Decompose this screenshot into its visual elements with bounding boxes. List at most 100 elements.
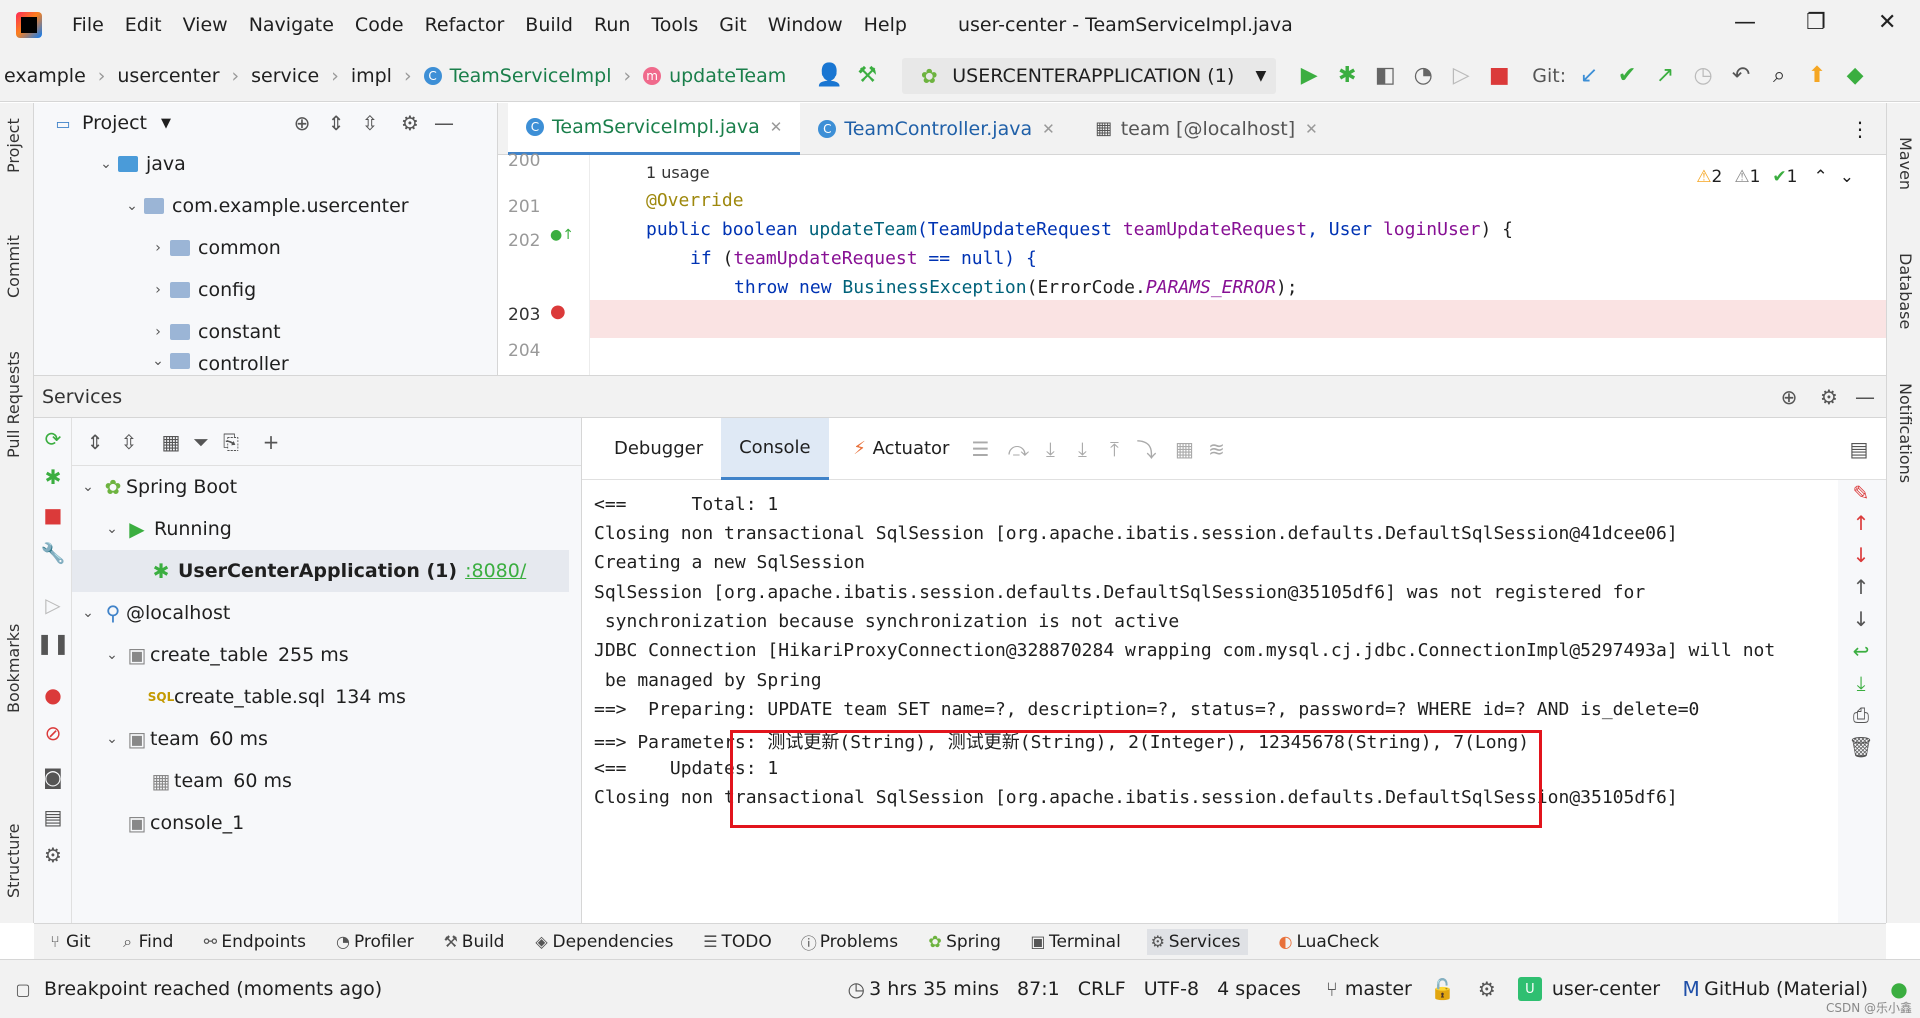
- run-to-cursor-icon[interactable]: ⤵: [1133, 436, 1159, 462]
- force-step-into-icon[interactable]: ⤓: [1069, 436, 1095, 462]
- tab-team-table[interactable]: ▦ team [@localhost] ✕: [1073, 103, 1336, 155]
- bottom-tab-services[interactable]: ⚙ Services: [1146, 928, 1249, 955]
- chevron-up-icon[interactable]: ⌃: [1814, 167, 1828, 187]
- menu-refactor[interactable]: Refactor: [425, 14, 505, 36]
- breadcrumb-service[interactable]: service: [251, 65, 319, 87]
- tree-item-create-table-sql[interactable]: SQL create_table.sql 134 ms: [72, 676, 581, 718]
- debug-icon[interactable]: ✱: [1332, 61, 1362, 91]
- tree-item-running[interactable]: ⌄ ▶ Running: [72, 508, 581, 550]
- menu-code[interactable]: Code: [355, 14, 404, 36]
- menu-tools[interactable]: Tools: [651, 14, 698, 36]
- profile-icon[interactable]: ◔: [1408, 61, 1438, 91]
- more-options-icon[interactable]: ⋮: [1850, 117, 1870, 141]
- restore-icon[interactable]: ❐: [1806, 10, 1826, 35]
- expand-all-icon[interactable]: ⇕: [323, 110, 349, 136]
- hide-icon[interactable]: —: [431, 110, 457, 136]
- gear-icon[interactable]: ⚙: [397, 110, 423, 136]
- add-icon[interactable]: +: [258, 429, 284, 455]
- layout-settings-icon[interactable]: ▤: [1846, 436, 1872, 462]
- rerun-icon[interactable]: ⟳: [40, 426, 66, 452]
- history-icon[interactable]: ◷: [1688, 61, 1718, 91]
- tab-console[interactable]: Console: [721, 417, 829, 480]
- step-over-icon[interactable]: ⤼: [1005, 436, 1031, 462]
- run-configuration-select[interactable]: ✿ USERCENTERAPPLICATION (1) ▼: [902, 57, 1277, 94]
- evaluate-icon[interactable]: ▦: [1171, 436, 1197, 462]
- resume-icon[interactable]: ▷: [40, 592, 66, 618]
- settings-icon[interactable]: ⚙: [40, 842, 66, 868]
- project-switcher[interactable]: Uuser-center: [1517, 977, 1660, 1001]
- search-icon[interactable]: ⌕: [1764, 61, 1794, 91]
- implements-marker-icon[interactable]: ●↑: [550, 227, 574, 243]
- tool-tab-notifications[interactable]: Notifications: [1896, 383, 1915, 483]
- filter-icon[interactable]: ⏷: [188, 429, 214, 455]
- tree-item-java[interactable]: ⌄ java: [34, 143, 497, 185]
- coverage-icon[interactable]: ◧: [1370, 61, 1400, 91]
- view-breakpoints-icon[interactable]: ●: [40, 682, 66, 708]
- up-stack-icon[interactable]: ↑: [1848, 574, 1874, 600]
- caret-position[interactable]: 87:1: [1017, 978, 1060, 1000]
- new-tab-icon[interactable]: ⎘: [218, 429, 244, 455]
- bottom-tab-terminal[interactable]: ▣ Terminal: [1027, 929, 1120, 955]
- menu-edit[interactable]: Edit: [125, 14, 162, 36]
- tree-item-package[interactable]: ⌄ com.example.usercenter: [34, 185, 497, 227]
- bottom-tab-luacheck[interactable]: ◐ LuaCheck: [1274, 929, 1380, 955]
- hide-icon[interactable]: —: [1852, 384, 1878, 410]
- bottom-tab-git[interactable]: ⑂ Git: [44, 929, 90, 955]
- down-stack-icon[interactable]: ↓: [1848, 606, 1874, 632]
- group-icon[interactable]: ▦: [158, 429, 184, 455]
- menu-file[interactable]: File: [72, 14, 104, 36]
- bottom-tab-dependencies[interactable]: ◈ Dependencies: [530, 929, 673, 955]
- print-icon[interactable]: ⎙: [1848, 702, 1874, 728]
- clear-pen-icon[interactable]: ✎: [1848, 480, 1874, 506]
- tree-item-create-table[interactable]: ⌄ ▣ create_table 255 ms: [72, 634, 581, 676]
- port-link[interactable]: :8080/: [465, 560, 526, 582]
- close-icon[interactable]: ✕: [1878, 10, 1896, 35]
- git-branch[interactable]: ⑂ master: [1319, 976, 1412, 1002]
- file-encoding[interactable]: UTF-8: [1144, 978, 1199, 1000]
- close-icon[interactable]: ✕: [1305, 120, 1318, 138]
- breadcrumb-usercenter[interactable]: usercenter: [117, 65, 219, 87]
- up-arrow-icon[interactable]: ↑: [1848, 510, 1874, 536]
- chevron-down-icon[interactable]: ⌄: [1840, 167, 1854, 187]
- tree-item-team-table[interactable]: ▦ team 60 ms: [72, 760, 581, 802]
- trace-icon[interactable]: ≋: [1203, 436, 1229, 462]
- trash-icon[interactable]: 🗑: [1848, 734, 1874, 760]
- tool-tab-maven[interactable]: Maven: [1896, 137, 1915, 190]
- toggle-tool-windows-icon[interactable]: ▢: [10, 976, 36, 1002]
- tool-tab-pull-requests[interactable]: Pull Requests: [4, 351, 23, 458]
- minimize-icon[interactable]: —: [1734, 10, 1756, 35]
- tool-tab-database[interactable]: Database: [1896, 253, 1915, 329]
- tool-tab-bookmarks[interactable]: Bookmarks: [4, 624, 23, 713]
- locate-icon[interactable]: ⊕: [1776, 384, 1802, 410]
- tree-item-controller[interactable]: ⌄ controller: [34, 353, 497, 373]
- inspection-widget[interactable]: ⚠ 2 ⚠ 1 ✔ 1 ⌃ ⌄: [1696, 167, 1854, 187]
- menu-view[interactable]: View: [183, 14, 228, 36]
- rollback-icon[interactable]: ↶: [1726, 61, 1756, 91]
- git-update-icon[interactable]: ↙: [1574, 61, 1604, 91]
- status-message[interactable]: Breakpoint reached (moments ago): [44, 978, 382, 1000]
- line-separator[interactable]: CRLF: [1078, 978, 1126, 1000]
- breadcrumb-impl[interactable]: impl: [351, 65, 392, 87]
- locate-icon[interactable]: ⊕: [289, 110, 315, 136]
- menu-window[interactable]: Window: [768, 14, 843, 36]
- project-panel-title[interactable]: Project: [82, 112, 147, 134]
- chevron-down-icon[interactable]: ▼: [161, 116, 171, 131]
- scroll-to-end-icon[interactable]: ⤓: [1848, 670, 1874, 696]
- breadcrumb-example[interactable]: example: [4, 65, 86, 87]
- close-icon[interactable]: ✕: [770, 118, 783, 136]
- tree-item-usercenter-app[interactable]: ✱ UserCenterApplication (1):8080/: [72, 550, 569, 592]
- tool-tab-commit[interactable]: Commit: [4, 235, 23, 298]
- wrench-icon[interactable]: 🔧: [40, 540, 66, 566]
- breadcrumb-method[interactable]: updateTeam: [669, 65, 786, 87]
- gear-icon[interactable]: ⚙: [1816, 384, 1842, 410]
- tree-item-spring-boot[interactable]: ⌄ ✿ Spring Boot: [72, 466, 581, 508]
- bottom-tab-profiler[interactable]: ◔ Profiler: [332, 929, 414, 955]
- tab-teamcontroller[interactable]: C TeamController.java ✕: [800, 103, 1072, 155]
- layout-icon[interactable]: ▤: [40, 804, 66, 830]
- bottom-tab-todo[interactable]: ☰ TODO: [699, 929, 771, 955]
- tab-actuator[interactable]: ⚡ Actuator: [829, 418, 968, 480]
- tree-item-console[interactable]: ▣ console_1: [72, 802, 581, 844]
- menu-help[interactable]: Help: [864, 14, 907, 36]
- menu-navigate[interactable]: Navigate: [249, 14, 334, 36]
- menu-build[interactable]: Build: [525, 14, 573, 36]
